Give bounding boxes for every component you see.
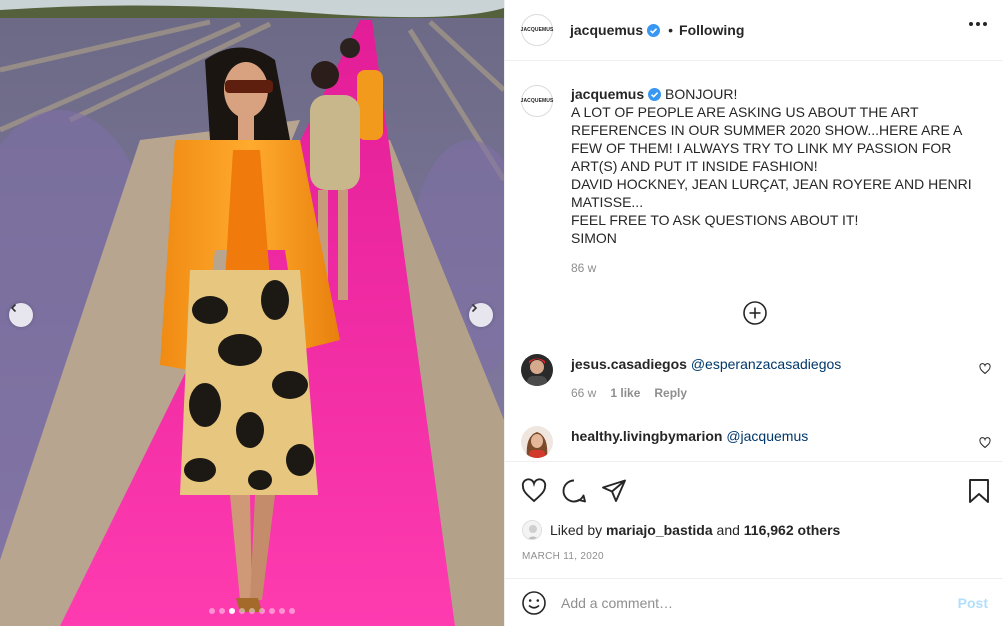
comment-mention-link[interactable]: @jacquemus xyxy=(726,428,808,444)
carousel-dot xyxy=(239,608,245,614)
share-paper-plane-icon[interactable] xyxy=(601,478,627,504)
caption-username[interactable]: jacquemus xyxy=(571,86,644,102)
header-separator: • xyxy=(668,22,674,38)
comment-meta: 66 w 1 like Reply xyxy=(571,386,687,400)
runway-photo xyxy=(0,0,504,626)
caption-timestamp: 86 w xyxy=(571,261,597,275)
avatar-image xyxy=(521,354,553,386)
likes-prefix: Liked by xyxy=(550,522,603,538)
heart-icon[interactable] xyxy=(979,363,991,375)
more-options-button[interactable] xyxy=(969,22,987,26)
caption-avatar[interactable]: JACQUEMUS xyxy=(521,85,553,117)
caption-body: A LOT OF PEOPLE ARE ASKING US ABOUT THE … xyxy=(571,104,972,246)
chevron-left-icon xyxy=(10,303,17,313)
post-header: JACQUEMUS jacquemus • Following xyxy=(505,0,1003,61)
like-heart-icon[interactable] xyxy=(521,478,547,504)
more-dot xyxy=(983,22,987,26)
carousel-dot xyxy=(269,608,275,614)
commenter-avatar[interactable] xyxy=(521,426,553,458)
liked-by-user[interactable]: mariajo_bastida xyxy=(606,522,713,538)
comment-username[interactable]: healthy.livingbymarion xyxy=(571,428,722,444)
avatar-image xyxy=(523,521,541,539)
emoji-smile-icon[interactable] xyxy=(521,590,547,616)
carousel-indicator xyxy=(0,608,504,614)
load-more-comments-icon[interactable] xyxy=(742,300,768,326)
carousel-dot xyxy=(259,608,265,614)
comment-bubble-icon[interactable] xyxy=(561,478,587,504)
carousel-dot xyxy=(289,608,295,614)
comment-text: jesus.casadiegos @esperanzacasadiegos xyxy=(571,356,841,372)
liker-avatar[interactable] xyxy=(522,520,542,540)
post-comment-button[interactable]: Post xyxy=(958,595,988,611)
header-username[interactable]: jacquemus xyxy=(570,22,643,38)
caption-text: jacquemus BONJOUR! A LOT OF PEOPLE ARE A… xyxy=(571,85,991,247)
avatar-brand-text: JACQUEMUS xyxy=(520,98,554,104)
comment-reply-button[interactable]: Reply xyxy=(654,386,687,400)
verified-badge-icon xyxy=(647,23,661,37)
comment-timestamp: 66 w xyxy=(571,386,597,400)
caption-lead: BONJOUR! xyxy=(665,86,738,102)
likes-and: and xyxy=(716,522,740,538)
avatar-image xyxy=(521,426,553,458)
post-side-panel: JACQUEMUS jacquemus • Following JACQUEMU… xyxy=(504,0,1003,626)
comment-input[interactable] xyxy=(561,594,941,611)
profile-avatar[interactable]: JACQUEMUS xyxy=(521,14,553,46)
save-bookmark-icon[interactable] xyxy=(966,478,992,504)
carousel-dot xyxy=(209,608,215,614)
previous-image-button[interactable] xyxy=(9,303,33,327)
verified-badge-icon xyxy=(648,88,662,101)
post-date: MARCH 11, 2020 xyxy=(522,551,604,562)
comment-composer: Post xyxy=(505,578,1003,626)
more-dot xyxy=(976,22,980,26)
post-actions: Liked by mariajo_bastida and 116,962 oth… xyxy=(505,461,1003,578)
following-button[interactable]: Following xyxy=(679,22,744,38)
more-dot xyxy=(969,22,973,26)
comment-likes-count[interactable]: 1 like xyxy=(610,386,640,400)
likes-others-count[interactable]: 116,962 others xyxy=(744,522,841,538)
post-image[interactable] xyxy=(0,0,504,626)
next-image-button[interactable] xyxy=(469,303,493,327)
comment-text: healthy.livingbymarion @jacquemus xyxy=(571,428,808,444)
commenter-avatar[interactable] xyxy=(521,354,553,386)
chevron-right-icon xyxy=(471,303,478,313)
comment-username[interactable]: jesus.casadiegos xyxy=(571,356,687,372)
heart-icon[interactable] xyxy=(979,437,991,449)
avatar-brand-text: JACQUEMUS xyxy=(520,27,554,33)
comments-section[interactable]: JACQUEMUS jacquemus BONJOUR! A LOT OF PE… xyxy=(505,61,1003,461)
comment-mention-link[interactable]: @esperanzacasadiegos xyxy=(691,356,841,372)
carousel-dot xyxy=(279,608,285,614)
carousel-dot xyxy=(229,608,235,614)
likes-summary: Liked by mariajo_bastida and 116,962 oth… xyxy=(522,520,840,540)
carousel-dot xyxy=(219,608,225,614)
carousel-dot xyxy=(249,608,255,614)
